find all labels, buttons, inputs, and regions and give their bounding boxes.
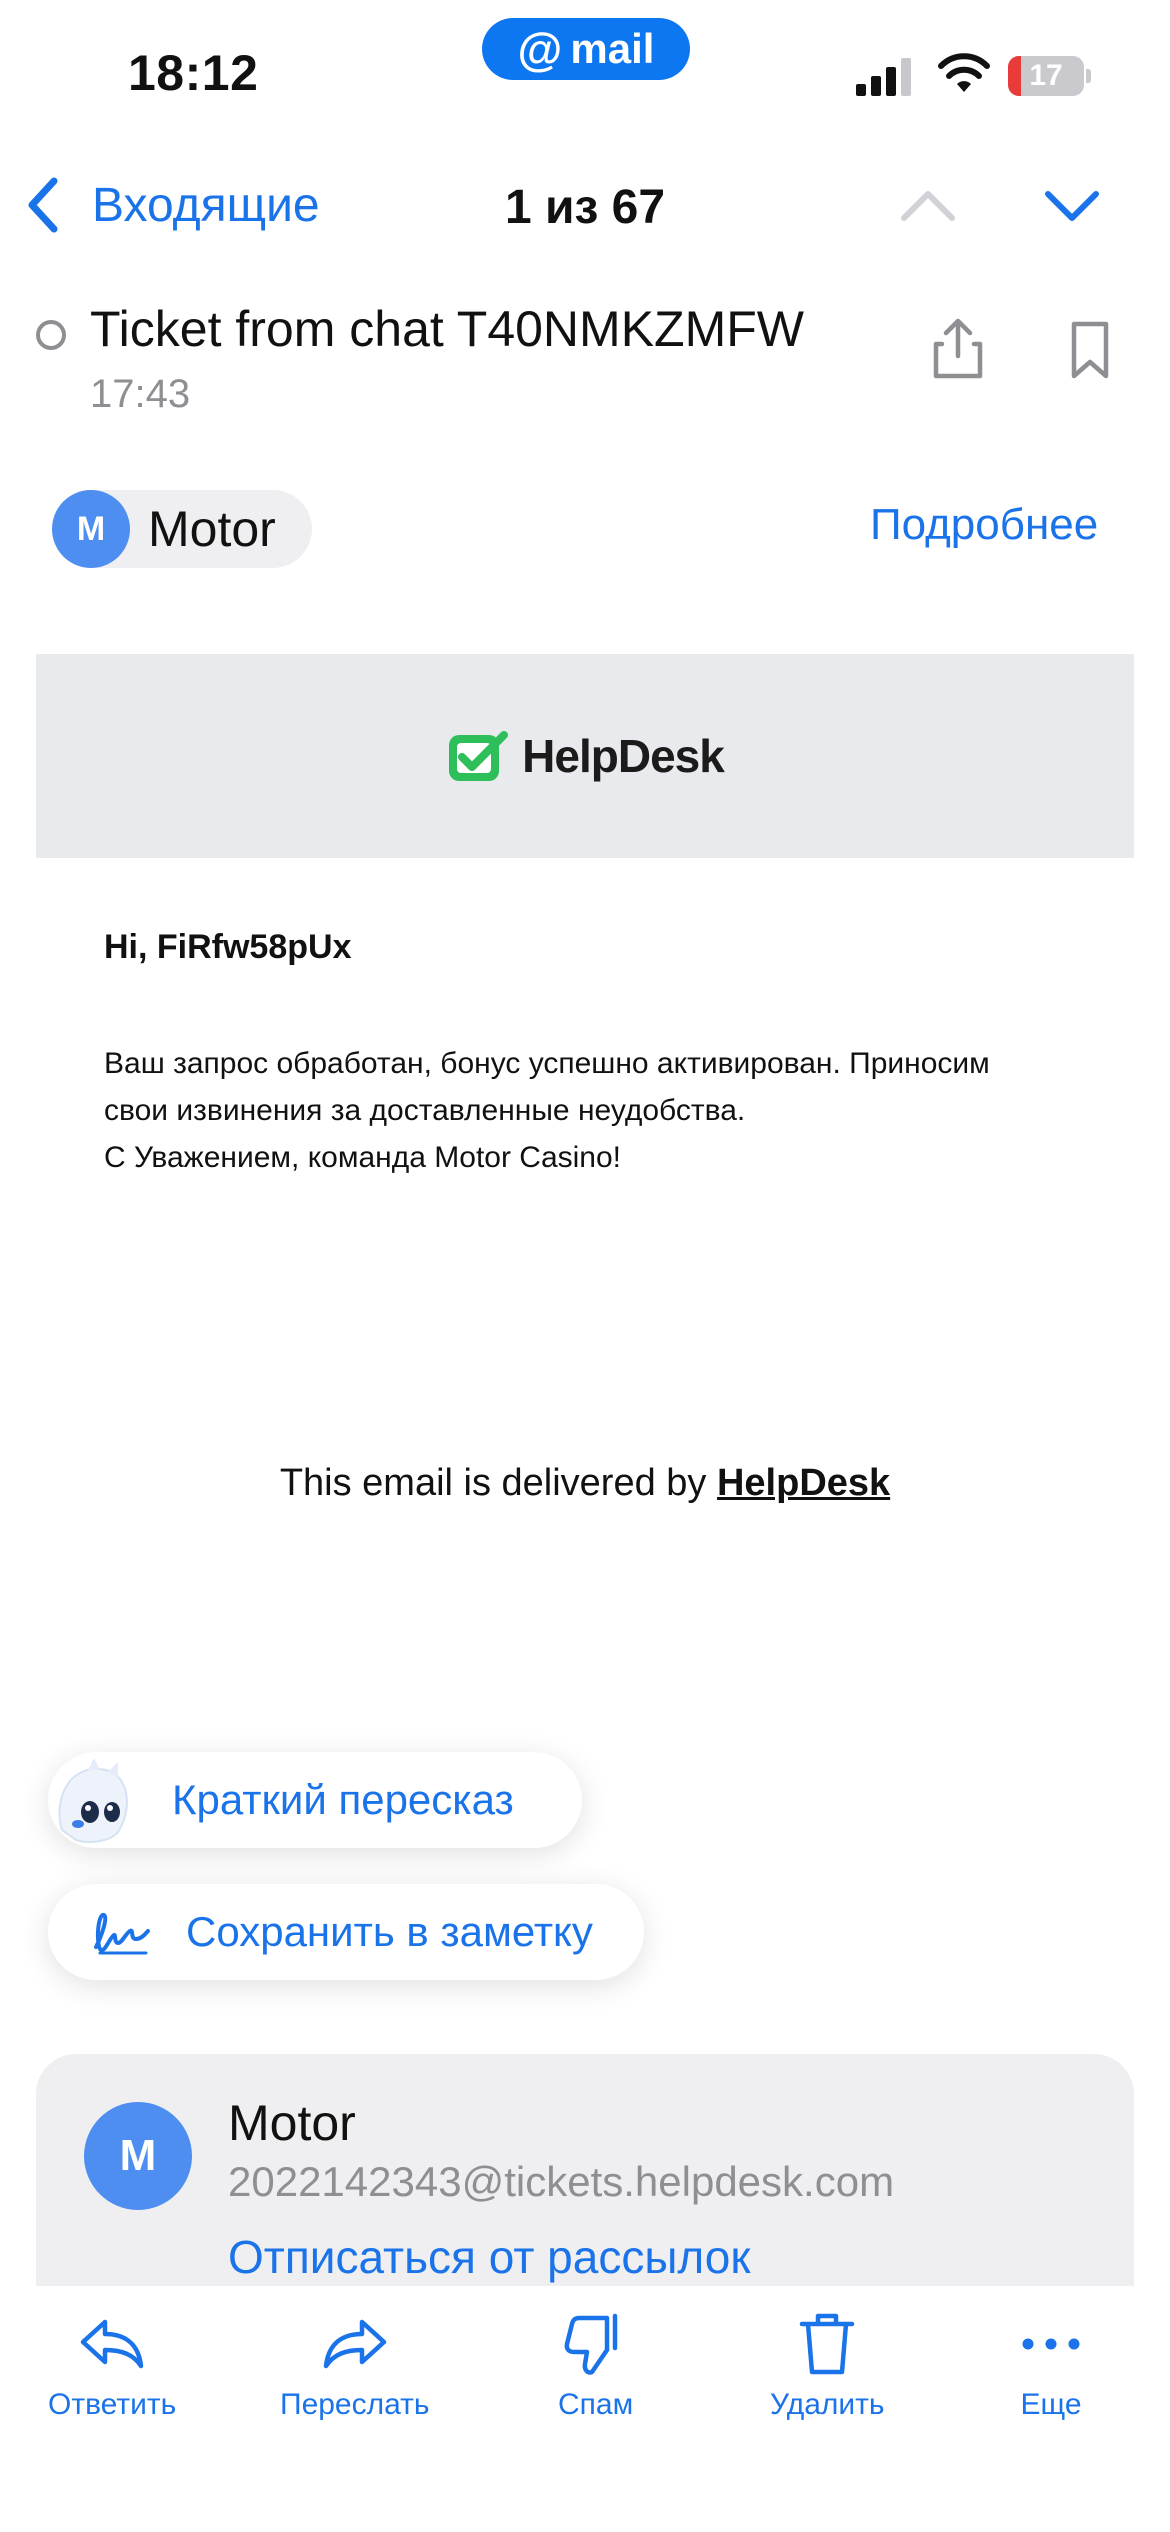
helpdesk-logo-icon — [449, 731, 509, 781]
battery-icon: 17 — [1008, 56, 1091, 96]
mail-badge-at: @ — [517, 23, 563, 75]
spam-button[interactable]: Спам — [558, 2308, 633, 2422]
email-greeting: Hi, FiRfw58pUx — [104, 928, 352, 966]
sender-avatar: M — [52, 490, 130, 568]
details-link[interactable]: Подробнее — [870, 500, 1098, 550]
summary-button[interactable]: Краткий пересказ — [48, 1752, 582, 1848]
wifi-icon — [938, 53, 990, 92]
helpdesk-logo[interactable]: HelpDesk — [446, 727, 725, 785]
reply-icon — [80, 2319, 144, 2369]
signal-icon — [856, 58, 911, 96]
sender-card: M Motor 2022142343@tickets.helpdesk.com … — [36, 2054, 1134, 2294]
share-icon[interactable] — [928, 316, 988, 382]
unsubscribe-link[interactable]: Отписаться от рассылок — [228, 2230, 750, 2284]
email-line: свои извинения за доставленные неудобств… — [104, 1094, 746, 1127]
sender-chip[interactable]: M Motor — [52, 490, 312, 568]
delete-label: Удалить — [770, 2388, 885, 2421]
reply-button[interactable]: Ответить — [48, 2308, 176, 2422]
status-time: 18:12 — [128, 45, 259, 101]
chevron-left-icon — [28, 177, 58, 233]
trash-icon — [800, 2313, 855, 2375]
more-label: Еще — [1020, 2388, 1082, 2421]
mail-app-badge[interactable]: @ mail — [482, 18, 690, 80]
save-to-note-button[interactable]: Сохранить в заметку — [48, 1884, 644, 1980]
message-time: 17:43 — [90, 372, 191, 416]
more-dots-icon — [1022, 2338, 1080, 2350]
mail-screen: 18:12 @ mail 17 1 из 67 Входящие Ticket … — [0, 0, 1170, 2532]
read-status-toggle[interactable] — [36, 320, 66, 350]
message-subject: Ticket from chat T40NMKZMFW — [90, 301, 804, 357]
delete-button[interactable]: Удалить — [770, 2308, 885, 2422]
forward-icon — [323, 2319, 387, 2369]
back-label: Входящие — [92, 178, 320, 232]
bookmark-icon[interactable] — [1060, 316, 1120, 382]
forward-button[interactable]: Переслать — [280, 2308, 430, 2422]
more-button[interactable]: Еще — [1016, 2308, 1086, 2422]
reply-label: Ответить — [48, 2388, 177, 2421]
battery-level: 17 — [1029, 59, 1063, 92]
subject-row: Ticket from chat T40NMKZMFW 17:43 — [0, 290, 1170, 440]
helpdesk-banner: HelpDesk — [36, 654, 1134, 858]
status-bar: 18:12 @ mail 17 — [0, 0, 1170, 130]
back-to-inbox-button[interactable]: Входящие — [24, 172, 320, 238]
email-line: Ваш запрос обработан, бонус успешно акти… — [104, 1047, 990, 1080]
helpdesk-logo-text: HelpDesk — [522, 730, 725, 782]
summary-label: Краткий пересказ — [172, 1776, 514, 1823]
save-to-note-label: Сохранить в заметку — [186, 1908, 593, 1955]
chevron-down-icon[interactable] — [1044, 180, 1100, 230]
forward-label: Переслать — [280, 2388, 430, 2421]
chevron-up-icon[interactable] — [900, 180, 956, 230]
sender-card-avatar[interactable]: M — [84, 2102, 192, 2210]
sender-card-email[interactable]: 2022142343@tickets.helpdesk.com — [228, 2158, 894, 2206]
delivered-prefix: This email is delivered by — [279, 1462, 717, 1504]
delivered-by-footer: This email is delivered by HelpDesk — [0, 1462, 1170, 1505]
signature-note-icon — [94, 1913, 150, 1955]
email-body-text: Ваш запрос обработан, бонус успешно акти… — [104, 1040, 1084, 1181]
ghost-mascot-icon — [58, 1758, 128, 1843]
message-nav-bar: 1 из 67 Входящие — [0, 160, 1170, 250]
bottom-toolbar: Ответить Переслать Спам Удалить Еще — [0, 2286, 1170, 2532]
spam-label: Спам — [558, 2388, 634, 2421]
sender-card-name: Motor — [228, 2095, 356, 2151]
email-line: С Уважением, команда Motor Casino! — [104, 1141, 622, 1174]
sender-name: Motor — [148, 501, 276, 557]
thumbs-down-icon — [564, 2313, 617, 2375]
helpdesk-link[interactable]: HelpDesk — [717, 1462, 890, 1504]
mail-badge-label: mail — [570, 25, 655, 72]
